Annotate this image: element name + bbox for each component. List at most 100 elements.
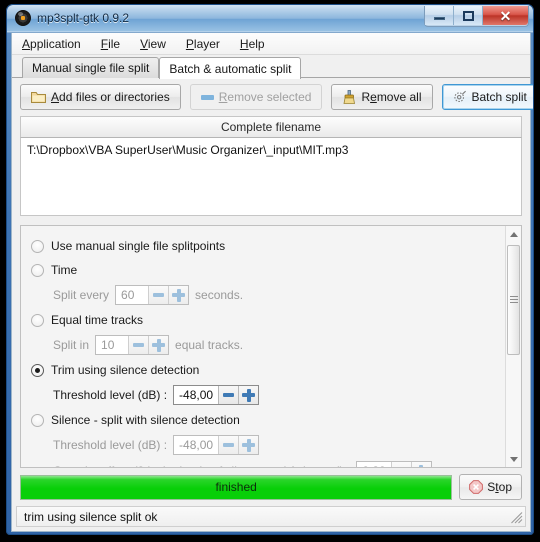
split-every-seconds-increment[interactable] xyxy=(168,286,189,304)
trim-threshold-decrement[interactable] xyxy=(218,386,239,404)
seconds-suffix-label: seconds. xyxy=(195,288,244,302)
cutpoint-offset-increment[interactable] xyxy=(410,462,431,467)
minus-icon xyxy=(223,443,235,447)
title-bar: mp3splt-gtk 0.9.2 ✕ xyxy=(7,5,533,33)
minus-icon xyxy=(153,293,165,297)
split-every-seconds-value[interactable]: 60 xyxy=(116,286,149,304)
menu-item-file[interactable]: File xyxy=(99,35,122,53)
equal-tracks-value[interactable]: 10 xyxy=(96,336,129,354)
trim-threshold-label: Threshold level (dB) : xyxy=(53,388,168,402)
radio-trim-silence[interactable] xyxy=(31,363,44,377)
radio-time[interactable] xyxy=(31,263,44,277)
menu-item-view[interactable]: View xyxy=(138,35,168,53)
equal-tracks-increment[interactable] xyxy=(148,336,169,354)
remove-all-button[interactable]: Remove all xyxy=(331,84,433,110)
resize-grip-icon[interactable] xyxy=(510,511,523,524)
trim-threshold-increment[interactable] xyxy=(238,386,259,404)
radio-equal-time-tracks[interactable] xyxy=(31,313,44,327)
radio-silence-split[interactable] xyxy=(31,413,44,427)
option-equal-time-tracks[interactable]: Equal time tracks xyxy=(31,308,505,332)
gear-icon xyxy=(453,90,467,104)
client-area: Application File View Player Help Manual… xyxy=(11,33,533,532)
equal-tracks-decrement[interactable] xyxy=(128,336,149,354)
stop-button[interactable]: Stop xyxy=(459,474,522,500)
title-bar-left: mp3splt-gtk 0.9.2 xyxy=(15,10,129,26)
radio-manual-splitpoints[interactable] xyxy=(31,239,44,253)
option-time-controls: Split every 60 seconds. xyxy=(31,282,505,308)
toolbar: Add files or directories Remove selected… xyxy=(12,78,533,116)
silence-threshold-decrement[interactable] xyxy=(218,436,239,454)
option-manual-splitpoints[interactable]: Use manual single file splitpoints xyxy=(31,234,505,258)
stop-button-label: Stop xyxy=(487,480,512,494)
remove-selected-label: Remove selected xyxy=(218,90,312,104)
menu-item-application[interactable]: Application xyxy=(20,35,83,53)
scrollbar-thumb[interactable] xyxy=(507,245,520,355)
record-icon xyxy=(15,10,31,26)
window-title: mp3splt-gtk 0.9.2 xyxy=(37,11,130,25)
file-list[interactable]: T:\Dropbox\VBA SuperUser\Music Organizer… xyxy=(20,138,522,216)
scroll-up-button[interactable] xyxy=(506,226,521,242)
option-time-label: Time xyxy=(51,263,78,277)
status-text: trim using silence split ok xyxy=(24,509,158,524)
cutpoint-offset-stepper[interactable]: 0,80 xyxy=(356,461,432,467)
window-inner: mp3splt-gtk 0.9.2 ✕ Application File Vie… xyxy=(6,4,534,535)
silence-threshold-stepper[interactable]: -48,00 xyxy=(173,435,260,455)
trim-threshold-value[interactable]: -48,00 xyxy=(174,386,219,404)
option-silence-split[interactable]: Silence - split with silence detection xyxy=(31,408,505,432)
options-scrollbar[interactable] xyxy=(505,226,521,467)
minus-icon xyxy=(200,94,214,100)
minimize-button[interactable] xyxy=(425,6,454,25)
file-list-row[interactable]: T:\Dropbox\VBA SuperUser\Music Organizer… xyxy=(27,143,515,158)
option-manual-splitpoints-label: Use manual single file splitpoints xyxy=(51,239,226,253)
scroll-down-button[interactable] xyxy=(506,451,521,467)
split-every-label: Split every xyxy=(53,288,110,302)
option-cutpoint-offset-controls: Cutpoint offset (0 is the begin of silen… xyxy=(31,458,505,467)
cutpoint-offset-label: Cutpoint offset (0 is the begin of silen… xyxy=(53,464,350,467)
status-bar: trim using silence split ok xyxy=(16,506,526,527)
option-time[interactable]: Time xyxy=(31,258,505,282)
minimize-icon xyxy=(433,17,445,20)
menu-item-player[interactable]: Player xyxy=(184,35,222,53)
option-equal-time-tracks-label: Equal time tracks xyxy=(51,313,144,327)
close-button[interactable]: ✕ xyxy=(483,6,528,25)
application-window: mp3splt-gtk 0.9.2 ✕ Application File Vie… xyxy=(6,4,534,535)
tab-batch-automatic-split[interactable]: Batch & automatic split xyxy=(159,57,302,79)
batch-split-label: Batch split xyxy=(471,90,527,104)
scrollbar-grip-icon xyxy=(509,296,518,304)
split-every-seconds-decrement[interactable] xyxy=(148,286,169,304)
remove-all-label: Remove all xyxy=(361,90,422,104)
file-list-column-header: Complete filename xyxy=(20,116,522,138)
add-files-label: Add files or directories xyxy=(51,90,170,104)
progress-row: finished Stop xyxy=(20,473,522,501)
option-trim-silence-controls: Threshold level (dB) : -48,00 xyxy=(31,382,505,408)
tab-strip: Manual single file split Batch & automat… xyxy=(12,55,530,79)
remove-selected-button[interactable]: Remove selected xyxy=(189,84,323,110)
plus-icon xyxy=(152,338,166,352)
trim-threshold-stepper[interactable]: -48,00 xyxy=(173,385,260,405)
folder-icon xyxy=(31,91,46,103)
add-files-or-directories-button[interactable]: Add files or directories xyxy=(20,84,181,110)
silence-threshold-value[interactable]: -48,00 xyxy=(174,436,219,454)
menu-bar: Application File View Player Help xyxy=(12,33,530,55)
maximize-button[interactable] xyxy=(454,6,483,25)
close-icon: ✕ xyxy=(499,7,512,24)
menu-item-help[interactable]: Help xyxy=(238,35,267,53)
silence-threshold-increment[interactable] xyxy=(238,436,259,454)
stop-icon xyxy=(469,480,484,494)
option-trim-silence-label: Trim using silence detection xyxy=(51,363,200,377)
batch-split-button[interactable]: Batch split xyxy=(441,84,533,110)
progress-label: finished xyxy=(215,480,257,494)
option-silence-threshold-controls: Threshold level (dB) : -48,00 xyxy=(31,432,505,458)
option-trim-silence[interactable]: Trim using silence detection xyxy=(31,358,505,382)
option-silence-split-label: Silence - split with silence detection xyxy=(51,413,240,427)
split-every-seconds-stepper[interactable]: 60 xyxy=(115,285,190,305)
cutpoint-offset-decrement[interactable] xyxy=(390,462,411,467)
cutpoint-offset-value[interactable]: 0,80 xyxy=(357,462,391,467)
split-progress-bar: finished xyxy=(20,474,453,500)
equal-tracks-suffix-label: equal tracks. xyxy=(175,338,244,352)
broom-icon xyxy=(342,90,356,104)
chevron-up-icon xyxy=(509,231,518,237)
equal-tracks-stepper[interactable]: 10 xyxy=(95,335,170,355)
tab-manual-single-file-split[interactable]: Manual single file split xyxy=(22,57,160,78)
split-options-pane: Use manual single file splitpoints Time … xyxy=(20,225,522,468)
